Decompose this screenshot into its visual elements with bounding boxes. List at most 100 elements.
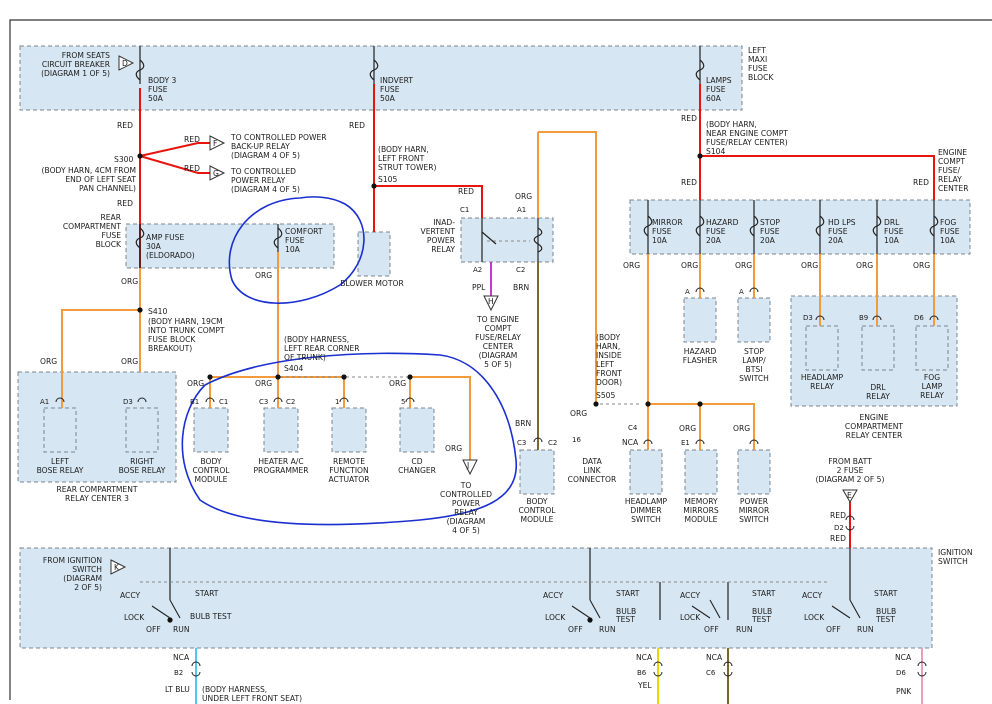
s410-label: S410 — [148, 307, 167, 316]
switch-term-7: START — [616, 589, 640, 598]
to-controlled-power-j-label: TO CONTROLLED POWER RELAY (DIAGRAM 4 OF 5) — [440, 481, 492, 535]
wire-color-label-29: PPL — [472, 283, 486, 292]
switch-term-8: LOCK — [545, 613, 566, 622]
splice-dot-9 — [697, 401, 703, 407]
remote-function-box — [331, 407, 367, 453]
splice-dot-5 — [207, 374, 213, 380]
wire-color-label-13: ORG — [121, 357, 138, 366]
pin-c4: C4 — [628, 424, 638, 432]
wiring-diagram: LEFT MAXI FUSE BLOCK REAR COMPARTMENT FUSE BLOC… — [0, 0, 992, 704]
s404-label: S404 — [284, 364, 303, 373]
switch-term-18: OFF — [704, 625, 719, 634]
pin-a2: A2 — [473, 266, 482, 274]
data-link-label: DATA LINK CONNECTOR — [568, 457, 617, 484]
engine-relay-center-label: ENGINE COMPARTMENT RELAY CENTER — [845, 413, 904, 440]
pin-b9: B9 — [859, 314, 868, 322]
splice-dot-0 — [137, 153, 143, 159]
from-batt-label: FROM BATT 2 FUSE (DIAGRAM 2 OF 5) — [816, 457, 885, 484]
bcm-c3-box — [519, 449, 555, 495]
pin-b1: B1 — [190, 398, 199, 406]
s404-desc: (BODY HARNESS, LEFT REAR CORNER OF TRUNK) — [284, 335, 360, 362]
wire-color-label-21: ORG — [623, 261, 640, 270]
connector-f-letter: F — [213, 139, 217, 148]
wire-color-label-15: ORG — [187, 379, 204, 388]
s105-desc: (BODY HARN, LEFT FRONT STRUT TOWER) — [378, 145, 437, 172]
inadvertent-relay-box — [460, 217, 554, 263]
connector-d-letter: D — [122, 59, 128, 68]
s410-desc: (BODY HARN, 19CM INTO TRUNK COMPT FUSE BLO… — [148, 317, 225, 353]
inadvertent-relay-label: INAD-VERTENT POWER RELAY — [421, 218, 456, 254]
splice-dot-6 — [341, 374, 347, 380]
wire-color-label-22: ORG — [681, 261, 698, 270]
connector-e-letter: E — [847, 491, 852, 500]
wire-color-label-9: RED — [830, 511, 846, 520]
connector-g-letter: G — [213, 169, 219, 178]
pin-c3: C3 — [259, 398, 268, 406]
wire-color-label-34: NCA — [636, 653, 653, 662]
pin-p5: 5 — [401, 398, 405, 406]
wire-color-label-28: ORG — [733, 424, 750, 433]
wire-color-label-36: NCA — [895, 653, 912, 662]
splice-dot-12 — [587, 617, 593, 623]
fog-relay-box — [915, 325, 949, 371]
switch-term-5: RUN — [173, 625, 190, 634]
pin-d3b: D3 — [123, 398, 133, 406]
splice-dot-2 — [697, 153, 703, 159]
wire-color-label-17: ORG — [389, 379, 406, 388]
s104-desc: (BODY HARN, NEAR ENGINE COMPT FUSE/RELAY C… — [706, 120, 788, 147]
headlamp-dimmer-label: HEADLAMP DIMMER SWITCH — [625, 497, 668, 524]
pin-p16: 16 — [572, 436, 581, 444]
to-engine-compt-label: TO ENGINE COMPT FUSE/RELAY CENTER (DIAGRAM 5 … — [475, 315, 521, 369]
switch-term-13: ACCY — [680, 591, 701, 600]
wire-color-label-33: NCA — [173, 653, 190, 662]
splice-dot-3 — [137, 307, 143, 313]
pin-c1b: C1 — [219, 398, 228, 406]
switch-term-3: BULB TEST — [190, 612, 232, 621]
wire-to-f — [139, 142, 210, 157]
bcm-c3-label: BODY CONTROL MODULE — [518, 497, 556, 524]
engine-compt-fuse-relay-label: ENGINE COMPT FUSE/RELAY CENTER — [938, 148, 969, 193]
s505-desc: (BODY HARN, INSIDE LEFT FRONT DOOR) — [596, 333, 622, 387]
pin-p1: 1 — [335, 398, 339, 406]
wire-color-label-2: RED — [184, 164, 200, 173]
pin-d6: D6 — [914, 314, 924, 322]
s505-label: S505 — [596, 391, 615, 400]
remote-function-label: REMOTE FUNCTION ACTUATOR — [328, 457, 370, 484]
wire-color-label-10: RED — [830, 534, 846, 543]
power-mirror-label: POWER MIRROR SWITCH — [739, 497, 770, 524]
wire-color-label-32: NCA — [622, 438, 639, 447]
wire-color-label-7: RED — [681, 178, 697, 187]
splice-dot-8 — [645, 401, 651, 407]
wire-color-label-20: ORG — [570, 409, 587, 418]
s104-label: S104 — [706, 147, 725, 156]
pin-b6: B6 — [637, 669, 647, 677]
wire-color-label-31: BRN — [515, 419, 531, 428]
pin-c6: C6 — [706, 669, 716, 677]
splice-dot-11 — [167, 617, 173, 623]
wire-color-label-37: LT BLU — [165, 685, 190, 694]
wire-color-label-38: YEL — [637, 681, 652, 690]
wire-color-label-30: BRN — [513, 283, 529, 292]
pin-c3b: C3 — [517, 439, 526, 447]
stop-lamp-box — [737, 297, 771, 343]
switch-term-20: ACCY — [802, 591, 823, 600]
hazard-flasher-label: HAZARD FLASHER — [683, 347, 718, 365]
ignition-switch-label: IGNITION SWITCH — [938, 548, 973, 566]
blower-motor-box — [357, 231, 391, 277]
switch-term-25: OFF — [826, 625, 841, 634]
s300-label: S300 — [114, 155, 133, 164]
pin-c1: C1 — [460, 206, 469, 214]
left-maxi-fuse-block-label: LEFT MAXI FUSE BLOCK — [748, 46, 774, 82]
cd-changer-box — [399, 407, 435, 453]
pin-c2c: C2 — [548, 439, 557, 447]
wire-color-label-35: NCA — [706, 653, 723, 662]
wire-color-label-26: ORG — [913, 261, 930, 270]
drl-relay-box — [861, 325, 895, 371]
memory-mirrors-label: MEMORY MIRRORS MODULE — [683, 497, 719, 524]
connector-j-letter: J — [466, 461, 469, 470]
right-bose-relay-box — [125, 407, 159, 453]
wire-color-label-11: ORG — [121, 277, 138, 286]
wire-color-label-12: ORG — [40, 357, 57, 366]
to-controlled-power-backup-label: TO CONTROLLED POWER BACK-UP RELAY (DIAGRAM… — [230, 133, 327, 160]
memory-mirrors-box — [684, 449, 718, 495]
